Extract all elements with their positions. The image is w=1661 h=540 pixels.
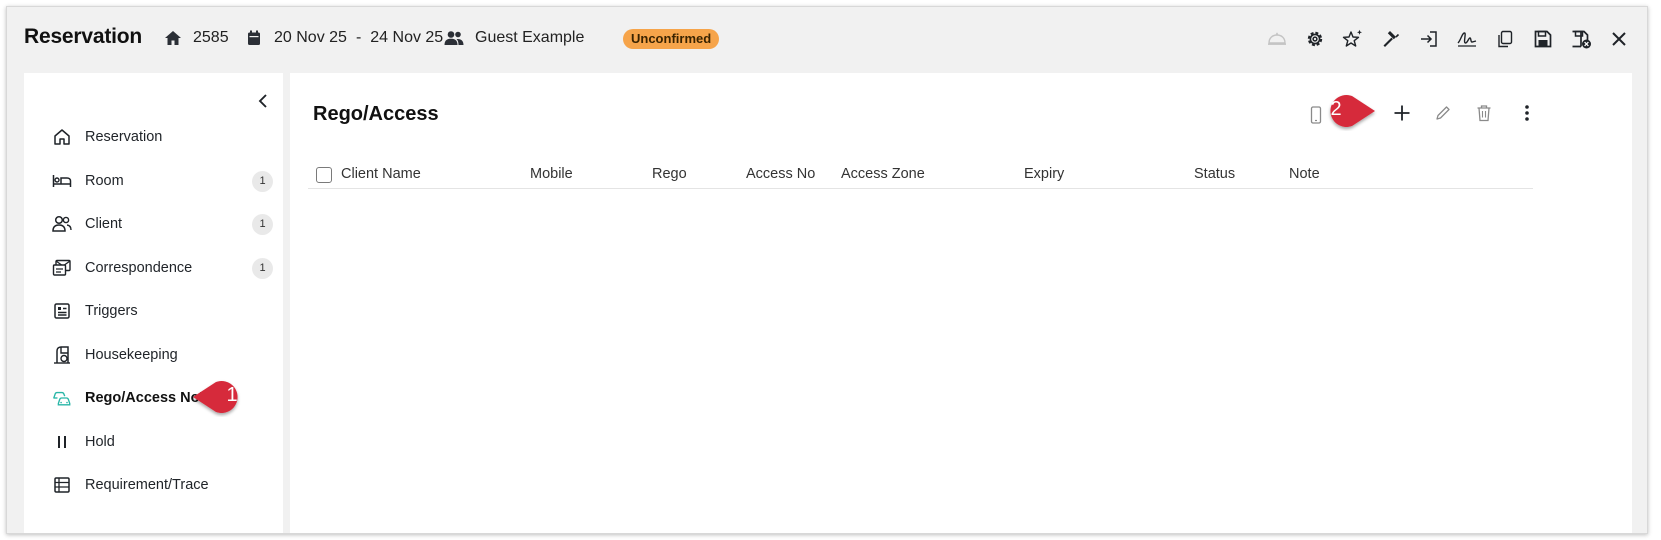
column-header-access-zone[interactable]: Access Zone <box>841 166 925 182</box>
sidebar-item-housekeeping[interactable]: Housekeeping <box>24 337 283 373</box>
bell-icon[interactable] <box>1263 25 1291 53</box>
sidebar-item-correspondence[interactable]: Correspondence 1 <box>24 250 283 286</box>
add-button[interactable] <box>1388 101 1416 129</box>
column-header-mobile[interactable]: Mobile <box>530 166 573 182</box>
sidebar-item-triggers[interactable]: Triggers <box>24 293 283 329</box>
reservation-window: Reservation 2585 20 Nov 25 - 24 Nov 25 G… <box>6 6 1648 534</box>
housekeeping-icon <box>52 345 72 365</box>
hammer-icon[interactable] <box>1377 25 1405 53</box>
window-title: Reservation <box>24 25 143 48</box>
save-close-icon[interactable] <box>1567 25 1595 53</box>
guest-name: Guest Example <box>443 28 584 48</box>
sidebar-item-label: Room <box>85 173 124 189</box>
sidebar-item-label: Reservation <box>85 129 163 145</box>
window-toolbar <box>1253 25 1633 53</box>
save-icon[interactable] <box>1529 25 1557 53</box>
count-badge: 1 <box>252 170 273 192</box>
sidebar-item-label: Client <box>85 216 123 232</box>
pencil-icon <box>1435 105 1451 126</box>
chevron-left-icon <box>258 93 268 113</box>
header-bar: Reservation 2585 20 Nov 25 - 24 Nov 25 G… <box>7 7 1647 69</box>
table-header: Client Name Mobile Rego Access No Access… <box>308 161 1533 189</box>
date-from: 20 Nov 25 <box>274 29 347 46</box>
check-in-icon[interactable] <box>1415 25 1443 53</box>
users-icon <box>52 214 72 234</box>
column-header-expiry[interactable]: Expiry <box>1024 166 1064 182</box>
gear-icon[interactable] <box>1301 25 1329 53</box>
column-header-status[interactable]: Status <box>1194 166 1235 182</box>
count-badge: 1 <box>252 213 273 235</box>
reservation-dates: 20 Nov 25 - 24 Nov 25 <box>244 28 443 48</box>
cars-icon <box>52 388 72 408</box>
reservation-id-value: 2585 <box>193 29 229 46</box>
callout-marker-1: 1 <box>191 377 255 417</box>
sidebar-item-label: Hold <box>85 434 115 450</box>
sidebar-item-label: Housekeeping <box>85 347 178 363</box>
reservation-id: 2585 <box>163 28 229 48</box>
sidebar-item-label: Requirement/Trace <box>85 477 209 493</box>
count-badge: 1 <box>252 257 273 279</box>
bed-icon <box>52 171 72 191</box>
pause-icon <box>52 432 72 452</box>
triggers-icon <box>52 301 72 321</box>
callout-marker-2: 2 <box>1313 91 1377 131</box>
more-vertical-icon <box>1524 104 1530 127</box>
sidebar-item-label: Triggers <box>85 303 138 319</box>
main-panel: Rego/Access Client Name Mobile Rego Acce… <box>290 73 1632 533</box>
date-to: 24 Nov 25 <box>370 29 444 46</box>
sidebar: Reservation Room 1 Client 1 Corresponden… <box>24 73 283 533</box>
status-badge: Unconfirmed <box>623 29 720 49</box>
callout-number: 2 <box>1330 98 1342 120</box>
sparkle-star-icon[interactable] <box>1339 25 1367 53</box>
plus-icon <box>1393 104 1411 127</box>
column-header-access-no[interactable]: Access No <box>746 166 815 182</box>
sidebar-item-label: Correspondence <box>85 260 193 276</box>
select-all-checkbox[interactable] <box>316 167 332 183</box>
sidebar-item-requirement-trace[interactable]: Requirement/Trace <box>24 467 283 503</box>
home-icon <box>163 28 183 48</box>
users-icon <box>443 28 465 48</box>
callout-number: 1 <box>226 384 238 406</box>
date-separator: - <box>355 29 362 46</box>
more-options-button[interactable] <box>1513 101 1541 129</box>
column-header-note[interactable]: Note <box>1289 166 1320 182</box>
close-icon[interactable] <box>1605 25 1633 53</box>
trash-icon <box>1476 104 1492 127</box>
sidebar-item-room[interactable]: Room 1 <box>24 163 283 199</box>
column-header-rego[interactable]: Rego <box>652 166 687 182</box>
delete-button[interactable] <box>1470 101 1498 129</box>
guest-name-value: Guest Example <box>475 29 585 46</box>
edit-button[interactable] <box>1429 101 1457 129</box>
page-title: Rego/Access <box>313 103 439 125</box>
signature-icon[interactable] <box>1453 25 1481 53</box>
calendar-icon <box>244 28 264 48</box>
home-icon <box>52 127 72 147</box>
column-header-client-name[interactable]: Client Name <box>341 166 421 182</box>
sidebar-item-hold[interactable]: Hold <box>24 424 283 460</box>
copy-icon[interactable] <box>1491 25 1519 53</box>
list-icon <box>52 475 72 495</box>
mail-icon <box>52 258 72 278</box>
sidebar-item-client[interactable]: Client 1 <box>24 206 283 242</box>
sidebar-item-reservation[interactable]: Reservation <box>24 119 283 155</box>
collapse-sidebar-button[interactable] <box>253 93 273 113</box>
